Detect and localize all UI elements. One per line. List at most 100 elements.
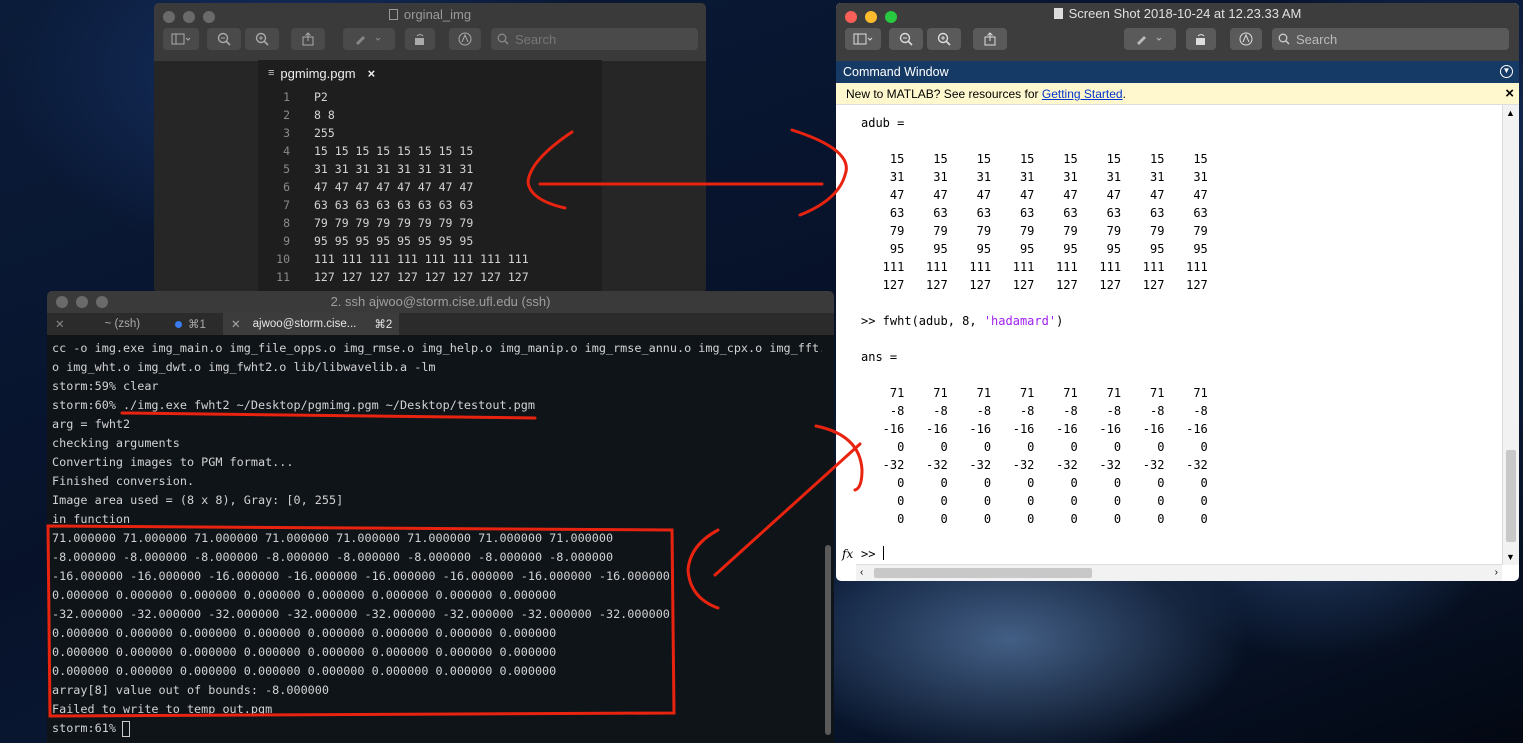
sidebar-toggle-button[interactable] — [845, 28, 881, 50]
markup-button[interactable] — [1124, 28, 1176, 50]
scroll-down-icon[interactable]: ▼ — [1506, 552, 1515, 562]
annotate-button[interactable] — [1230, 28, 1262, 50]
pen-icon — [1137, 36, 1162, 45]
close-tab-icon[interactable]: ✕ — [55, 317, 65, 331]
line-text: -8 -8 -8 -8 -8 -8 -8 -8 — [861, 404, 1208, 418]
rotate-icon — [1196, 34, 1205, 45]
share-button[interactable] — [973, 28, 1007, 50]
tab-zsh-shortcut[interactable]: ⌘1 — [175, 313, 223, 335]
title-bar[interactable]: 2. ssh ajwoo@storm.cise.ufl.edu (ssh) — [47, 291, 834, 313]
terminal-line: Failed to write to temp_out.pgm — [52, 702, 273, 716]
line-text: ans = — [861, 350, 898, 364]
matlab-output-line: 71 71 71 71 71 71 71 71 — [861, 384, 1208, 402]
tab-ssh[interactable]: ✕ ajwoo@storm.cise... ⌘2 — [223, 313, 399, 335]
window-title: Screen Shot 2018-10-24 at 12.23.33 AM — [1068, 6, 1302, 21]
minimize-button[interactable] — [865, 11, 877, 23]
matlab-output-line: 127 127 127 127 127 127 127 127 — [861, 276, 1208, 294]
line-text: 31 31 31 31 31 31 31 31 — [861, 170, 1208, 184]
vertical-scrollbar[interactable]: ▲ ▼ — [1502, 105, 1519, 565]
matlab-output-line: 0 0 0 0 0 0 0 0 — [861, 438, 1208, 456]
line-text: 111 111 111 111 111 111 111 111 — [314, 252, 529, 266]
close-tab-icon[interactable]: × — [368, 66, 376, 81]
editor-tab[interactable]: ≡ pgmimg.pgm × — [258, 60, 388, 86]
code-editor: ≡ pgmimg.pgm × 1 P2 2 8 8 3 255 4 15 15 15 15 15 … — [258, 60, 602, 300]
scrollbar-thumb[interactable] — [1506, 450, 1516, 542]
search-field[interactable]: Search — [1272, 28, 1509, 50]
zoom-out-button[interactable] — [889, 28, 923, 50]
function-browser-icon[interactable]: fx — [842, 545, 853, 563]
terminal-tab-bar: ✕ ~ (zsh) ⌘1 ✕ ajwoo@storm.cise... ⌘2 — [47, 313, 834, 335]
zoom-in-icon — [255, 32, 269, 46]
editor-line: 3 255 — [258, 124, 335, 142]
panel-menu-icon[interactable]: ▼ — [1500, 65, 1513, 78]
share-icon — [984, 32, 996, 46]
terminal-line: array[8] value out of bounds: -8.000000 — [52, 683, 329, 697]
annotate-button[interactable] — [449, 28, 481, 50]
getting-started-link[interactable]: Getting Started — [1042, 87, 1123, 101]
matlab-output-line: 95 95 95 95 95 95 95 95 — [861, 240, 1208, 258]
line-text: 95 95 95 95 95 95 95 95 — [314, 234, 474, 248]
share-icon — [302, 32, 314, 46]
terminal-line: 0.000000 0.000000 0.000000 0.000000 0.00… — [52, 626, 557, 640]
line-text: 8 8 — [314, 108, 335, 122]
window-title: orginal_img — [403, 7, 472, 22]
matlab-output-line: -32 -32 -32 -32 -32 -32 -32 -32 — [861, 456, 1208, 474]
zoom-button[interactable] — [885, 11, 897, 23]
zoom-button[interactable] — [203, 11, 215, 23]
rotate-button[interactable] — [405, 28, 435, 50]
command-prompt[interactable]: >> — [861, 545, 884, 563]
share-button[interactable] — [291, 28, 325, 50]
search-icon — [497, 33, 509, 45]
search-placeholder: Search — [515, 31, 557, 47]
line-number: 10 — [276, 252, 290, 266]
search-icon — [1278, 33, 1290, 45]
close-button[interactable] — [163, 11, 175, 23]
window-controls — [56, 296, 108, 308]
zoom-in-button[interactable] — [245, 28, 279, 50]
notice-period: . — [1122, 87, 1126, 101]
close-button[interactable] — [56, 296, 68, 308]
pen-icon — [356, 36, 381, 45]
rotate-icon — [415, 34, 424, 45]
line-number: 8 — [283, 216, 290, 230]
line-number: 2 — [283, 108, 290, 122]
sidebar-toggle-button[interactable] — [163, 28, 199, 50]
terminal-line: 71.000000 71.000000 71.000000 71.000000 … — [52, 531, 614, 545]
editor-line: 2 8 8 — [258, 106, 335, 124]
scroll-up-icon[interactable]: ▲ — [1506, 108, 1515, 118]
editor-line: 8 79 79 79 79 79 79 79 79 — [258, 214, 473, 232]
zoom-in-button[interactable] — [927, 28, 961, 50]
line-text: >> fwht(adub, 8, — [861, 314, 984, 328]
markup-button[interactable] — [343, 28, 395, 50]
document-icon — [388, 9, 398, 20]
minimize-button[interactable] — [183, 11, 195, 23]
line-text: 63 63 63 63 63 63 63 63 — [861, 206, 1208, 220]
close-button[interactable] — [845, 11, 857, 23]
line-number: 7 — [283, 198, 290, 212]
prompt-symbol: >> — [861, 547, 876, 561]
zoom-out-button[interactable] — [207, 28, 241, 50]
matlab-output-line: 79 79 79 79 79 79 79 79 — [861, 222, 1208, 240]
close-notice-icon[interactable]: × — [1505, 83, 1514, 105]
close-tab-icon[interactable]: ✕ — [231, 317, 241, 331]
command-window-header: Command Window ▼ — [836, 61, 1519, 83]
scroll-right-icon[interactable]: › — [1495, 567, 1498, 578]
activity-dot-icon — [175, 320, 182, 328]
notice-text: New to MATLAB? See resources for — [846, 87, 1042, 101]
search-field[interactable]: Search — [491, 28, 698, 50]
minimize-button[interactable] — [76, 296, 88, 308]
scrollbar-thumb[interactable] — [874, 568, 1092, 578]
terminal-line: Image area used = (8 x 8), Gray: [0, 255… — [52, 493, 344, 507]
terminal-line: -16.000000 -16.000000 -16.000000 -16.000… — [52, 569, 670, 583]
rotate-button[interactable] — [1186, 28, 1216, 50]
scroll-left-icon[interactable]: ‹ — [860, 567, 863, 578]
editor-line: 5 31 31 31 31 31 31 31 31 — [258, 160, 473, 178]
horizontal-scrollbar[interactable]: ‹ › — [856, 564, 1502, 581]
preview-window-matlab: Screen Shot 2018-10-24 at 12.23.33 AM Se… — [836, 3, 1519, 581]
terminal-scrollbar[interactable] — [822, 335, 834, 743]
matlab-output-line: 0 0 0 0 0 0 0 0 — [861, 510, 1208, 528]
terminal-line: checking arguments — [52, 436, 180, 450]
line-text: 47 47 47 47 47 47 47 47 — [861, 188, 1208, 202]
scrollbar-thumb[interactable] — [825, 545, 831, 735]
zoom-button[interactable] — [96, 296, 108, 308]
